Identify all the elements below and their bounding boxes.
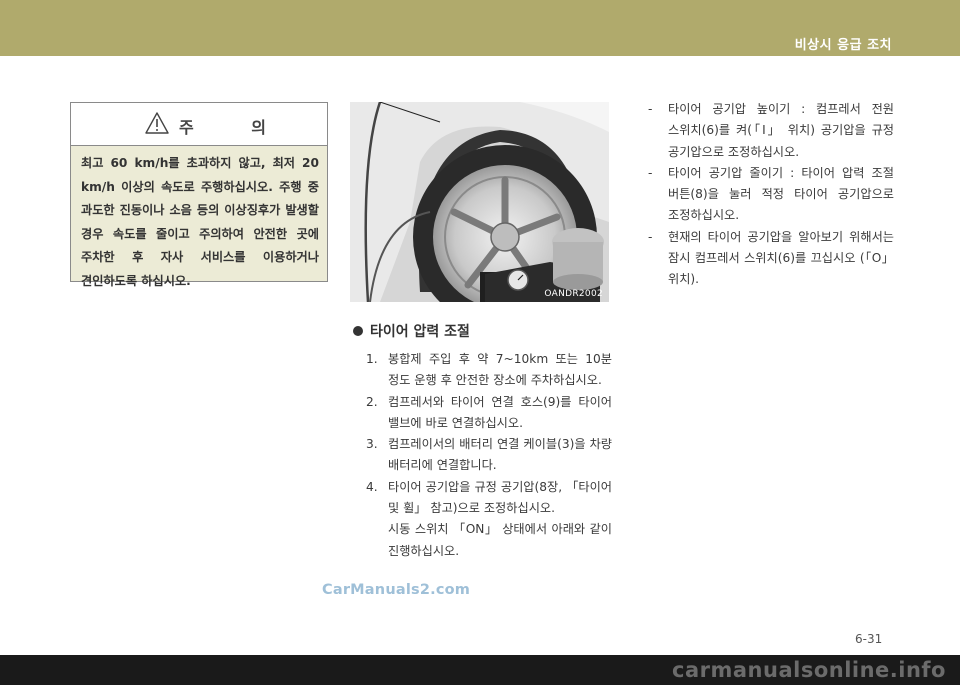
step-extra-text: 시동 스위치 「ON」 상태에서 아래와 같이 진행하십시오. (388, 522, 612, 558)
item-text: 타이어 공기압 높이기 : 컴프레서 전원 스위치(6)를 켜(「I」 위치) … (668, 102, 894, 159)
list-item: 3. 컴프레이서의 배터리 연결 케이블(3)을 차량 배터리에 연결합니다. (366, 434, 612, 477)
tire-compressor-photo: OANDR2002 (350, 102, 609, 302)
section-title-text: 타이어 압력 조절 (370, 324, 470, 340)
list-item: 4. 타이어 공기압을 규정 공기압(8장, 「타이어 및 휠」 참고)으로 조… (366, 477, 612, 520)
list-item: - 타이어 공기압 줄이기 : 타이어 압력 조절 버튼(8)을 눌러 적정 타… (648, 163, 894, 227)
dash: - (648, 229, 653, 244)
section-title: 타이어 압력 조절 (353, 321, 470, 341)
item-text: 현재의 타이어 공기압을 알아보기 위해서는 잠시 컴프레서 스위치(6)를 끄… (668, 229, 894, 287)
list-item: - 현재의 타이어 공기압을 알아보기 위해서는 잠시 컴프레서 스위치(6)를… (648, 227, 894, 291)
header-band: 비상시 응급 조치 (0, 0, 960, 56)
header-title: 비상시 응급 조치 (794, 38, 892, 53)
caution-box: 주 의 최고 60 km/h를 초과하지 않고, 최저 20 km/h 이상의 … (70, 102, 328, 288)
step-number: 3. (366, 437, 378, 452)
list-item: 2. 컴프레서와 타이어 연결 호스(9)를 타이어 밸브에 바로 연결하십시오… (366, 392, 612, 435)
caution-title: 주 의 (179, 118, 293, 137)
step-text: 컴프레이서의 배터리 연결 케이블(3)을 차량 배터리에 연결합니다. (388, 437, 612, 473)
steps-list: 1. 봉합제 주입 후 약 7~10km 또는 10분 정도 운행 후 안전한 … (366, 349, 612, 562)
watermark-link[interactable]: CarManuals2.com (322, 582, 470, 598)
dash: - (648, 102, 653, 116)
page-number: 6-31 (855, 632, 883, 646)
footer-band: carmanualsonline.info (0, 655, 960, 685)
list-item: 1. 봉합제 주입 후 약 7~10km 또는 10분 정도 운행 후 안전한 … (366, 349, 612, 392)
step-text: 타이어 공기압을 규정 공기압(8장, 「타이어 및 휠」 참고)으로 조정하십… (388, 479, 612, 516)
right-list: - 타이어 공기압 높이기 : 컴프레서 전원 스위치(6)를 켜(「I」 위치… (648, 99, 894, 291)
step-text: 봉합제 주입 후 약 7~10km 또는 10분 정도 운행 후 안전한 장소에… (388, 352, 612, 388)
warning-triangle-icon (145, 112, 169, 134)
photo-code: OANDR2002 (544, 289, 603, 299)
bullet-icon (353, 326, 363, 336)
caution-header: 주 의 (71, 103, 327, 146)
item-text: 타이어 공기압 줄이기 : 타이어 압력 조절 버튼(8)을 눌러 적정 타이어… (668, 165, 894, 223)
step-number: 1. (366, 352, 378, 366)
step-number: 2. (366, 394, 378, 409)
list-item: - 타이어 공기압 높이기 : 컴프레서 전원 스위치(6)를 켜(「I」 위치… (648, 99, 894, 163)
caution-text: 최고 60 km/h를 초과하지 않고, 최저 20 km/h 이상의 속도로 … (81, 156, 319, 288)
dash: - (648, 165, 653, 180)
step-text: 컴프레서와 타이어 연결 호스(9)를 타이어 밸브에 바로 연결하십시오. (388, 394, 612, 430)
footer-watermark[interactable]: carmanualsonline.info (672, 655, 946, 685)
step-number: 4. (366, 479, 378, 494)
tire-illustration (350, 102, 609, 302)
